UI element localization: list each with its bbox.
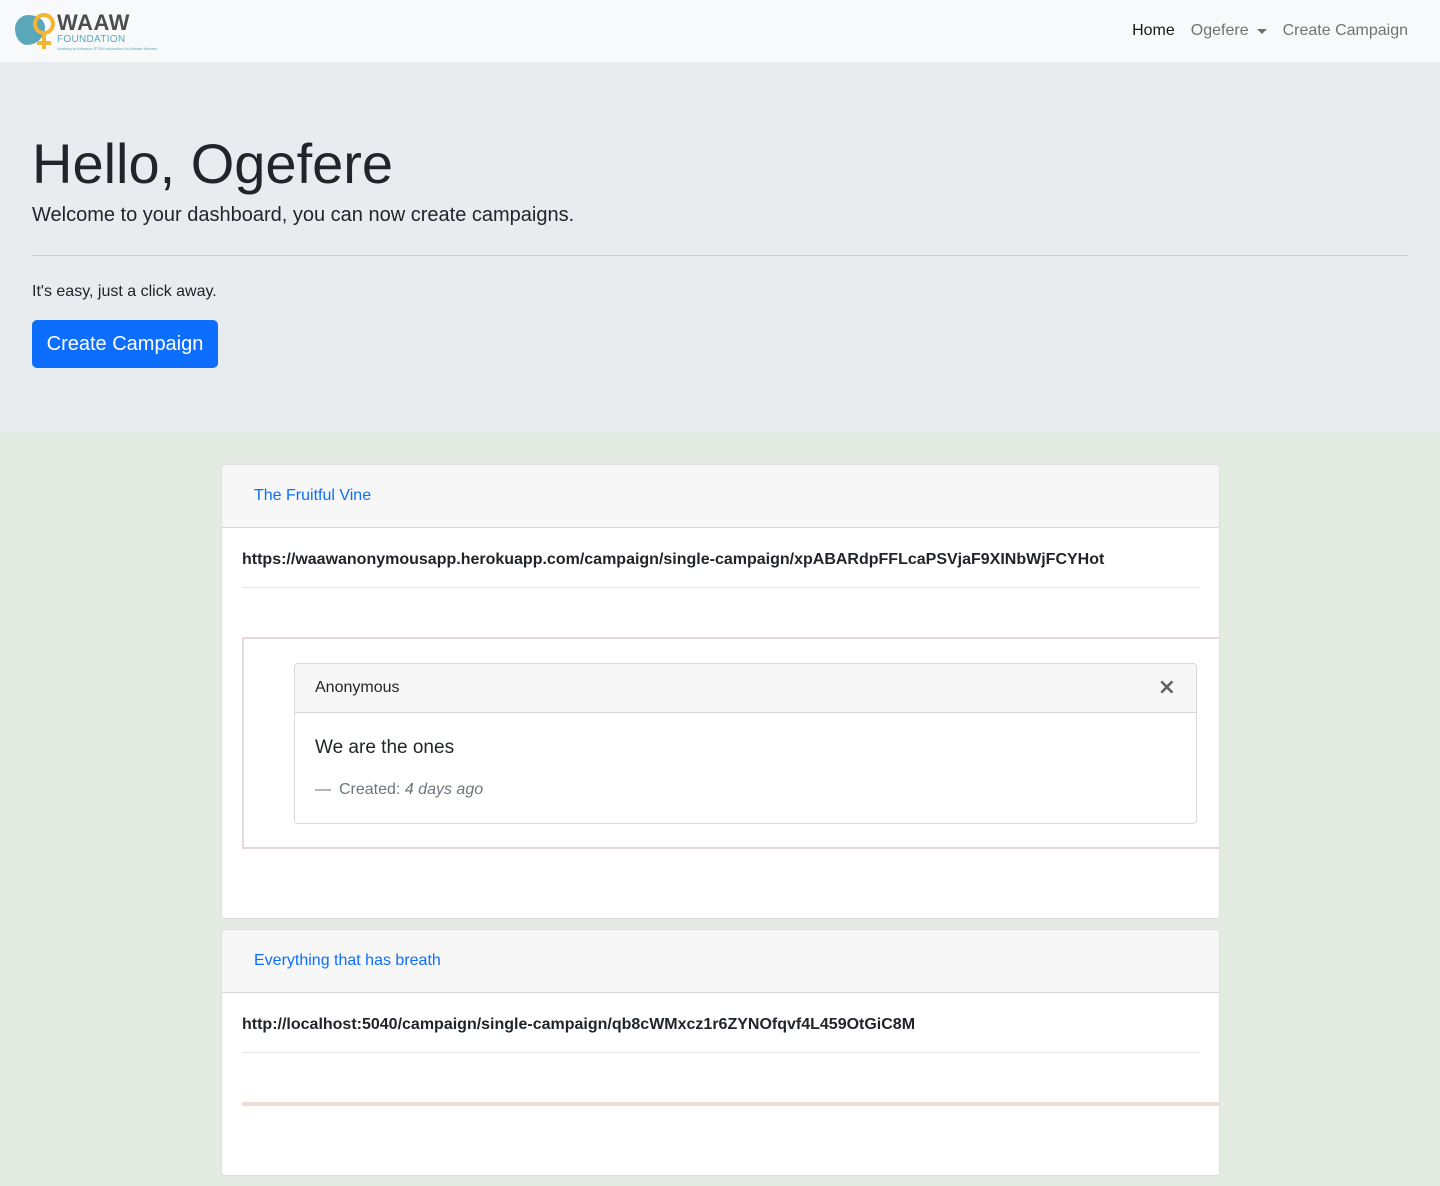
- divider: [242, 1052, 1200, 1053]
- message-card: Anonymous × We are the ones — Created: 4 …: [294, 663, 1197, 824]
- page-title: Hello, Ogefere: [32, 132, 394, 195]
- campaign-card: The Fruitful Vine https://waawanonymousa…: [221, 464, 1220, 919]
- campaign-url: http://localhost:5040/campaign/single-ca…: [242, 1016, 916, 1033]
- close-icon[interactable]: ×: [1158, 677, 1176, 699]
- message-author: Anonymous: [315, 679, 400, 696]
- messages-container: Anonymous × We are the ones — Created: 4 …: [242, 637, 1219, 849]
- brand-tagline: Working to Advance STEM education for Af…: [57, 45, 158, 51]
- campaign-card-header: Everything that has breath: [222, 930, 1219, 993]
- campaign-title-link[interactable]: Everything that has breath: [254, 952, 441, 970]
- nav-create-campaign[interactable]: Create Campaign: [1275, 14, 1416, 48]
- campaign-title-link[interactable]: The Fruitful Vine: [254, 487, 371, 505]
- created-label: Created:: [339, 781, 401, 798]
- hero-note: It's easy, just a click away.: [32, 283, 217, 300]
- dashboard-jumbotron: Hello, Ogefere Welcome to your dashboard…: [0, 62, 1440, 432]
- nav-home[interactable]: Home: [1124, 14, 1183, 48]
- divider: [242, 587, 1200, 588]
- create-campaign-button[interactable]: Create Campaign: [32, 320, 218, 368]
- em-dash: —: [315, 781, 331, 798]
- brand-logo[interactable]: WAAW FOUNDATION Working to Advance STEM …: [15, 9, 157, 53]
- nav-user-dropdown[interactable]: Ogefere: [1183, 14, 1275, 48]
- message-body: We are the ones — Created: 4 days ago: [295, 713, 1196, 799]
- chevron-down-icon: [1256, 28, 1267, 34]
- nav-links: Home Ogefere Create Campaign: [1124, 14, 1416, 48]
- campaign-card: Everything that has breath http://localh…: [221, 929, 1220, 1176]
- divider: [32, 255, 1408, 256]
- campaign-url: https://waawanonymousapp.herokuapp.com/c…: [242, 551, 1105, 568]
- brand-sub: FOUNDATION: [57, 33, 126, 45]
- brand-name: WAAW: [57, 9, 130, 35]
- messages-container: [242, 1102, 1219, 1106]
- nav-user-label: Ogefere: [1190, 22, 1249, 39]
- campaign-card-header: The Fruitful Vine: [222, 465, 1219, 528]
- created-time: 4 days ago: [404, 781, 484, 798]
- waaw-logo-icon: [15, 11, 57, 51]
- top-navbar: WAAW FOUNDATION Working to Advance STEM …: [0, 0, 1440, 62]
- message-footer: — Created: 4 days ago: [315, 781, 1176, 799]
- message-header: Anonymous ×: [295, 664, 1196, 713]
- welcome-lead: Welcome to your dashboard, you can now c…: [32, 204, 575, 226]
- message-text: We are the ones: [315, 737, 455, 758]
- brand-wordmark: WAAW FOUNDATION Working to Advance STEM …: [57, 9, 158, 51]
